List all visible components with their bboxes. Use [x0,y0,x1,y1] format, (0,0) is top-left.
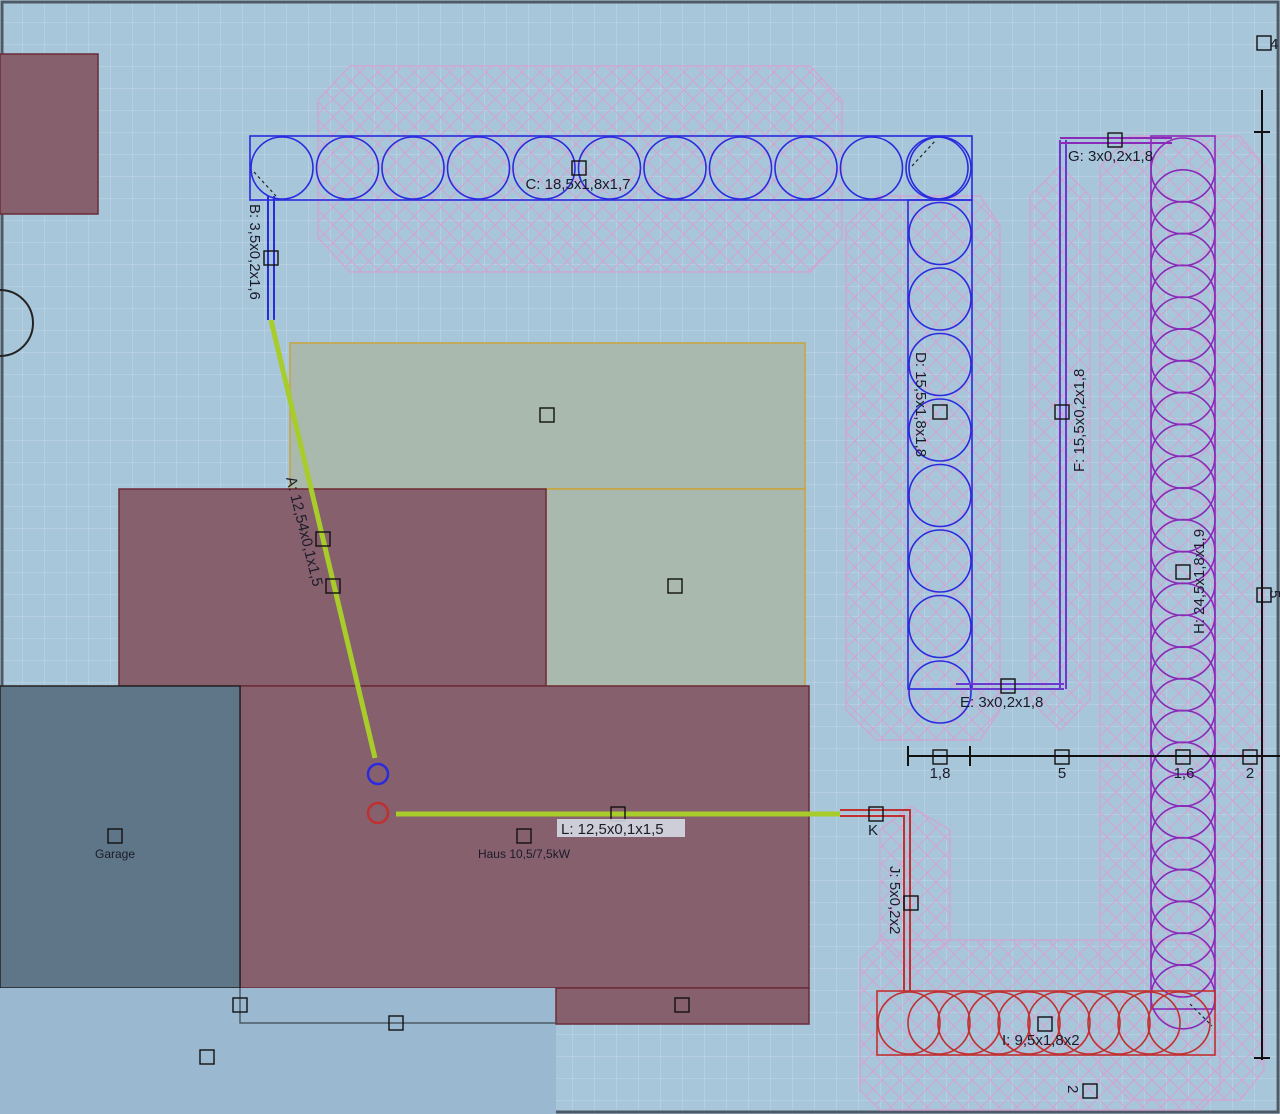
label-segment-h: H: 24,5x1,8x1,9 [1191,529,1208,634]
edge-label-bottom: 2 [1064,1085,1081,1093]
label-segment-l: L: 12,5x0,1x1,5 [561,821,664,838]
hatch-zone-i [859,939,1221,1111]
label-segment-j: J: 5x0,2x2 [886,866,903,934]
terrace-top[interactable] [289,342,806,490]
label-segment-i: I: 9,5x1,8x2 [1002,1032,1080,1049]
dimension-tick-3: 1,6 [1174,765,1195,782]
hatch-zone-c [317,65,843,273]
label-segment-d: D: 15,5x1,8x1,8 [912,352,929,457]
hatch-zone-d [845,195,1001,741]
dimension-tick-1: 1,8 [930,765,951,782]
label-segment-k: K [868,822,878,839]
terrace-right[interactable] [545,488,806,687]
dimension-tick-2: 5 [1058,765,1066,782]
building-top-left[interactable] [0,53,99,215]
label-segment-g: G: 3x0,2x1,8 [1068,148,1153,165]
house-label: Haus 10,5/7,5kW [478,847,571,861]
label-segment-b: B: 3,5x0,2x1,6 [246,204,263,300]
building-bottom-strip[interactable] [555,987,810,1025]
label-segment-c: C: 18,5x1,8x1,7 [525,176,630,193]
garage-label: Garage [95,847,135,861]
house[interactable] [239,685,810,989]
garage[interactable] [0,685,241,989]
driveway[interactable] [0,988,556,1114]
label-segment-e: E: 3x0,2x1,8 [960,694,1043,711]
site-plan-canvas[interactable]: Garage Haus 10,5/7,5kW C: 18,5x1,8x1,7 B… [0,0,1280,1114]
edge-label-right-mid: 5 [1266,590,1280,598]
label-segment-f: F: 15,5x0,2x1,8 [1071,369,1088,472]
dimension-tick-4: 2 [1246,765,1254,782]
edge-label-right-top: 4 [1270,36,1278,53]
